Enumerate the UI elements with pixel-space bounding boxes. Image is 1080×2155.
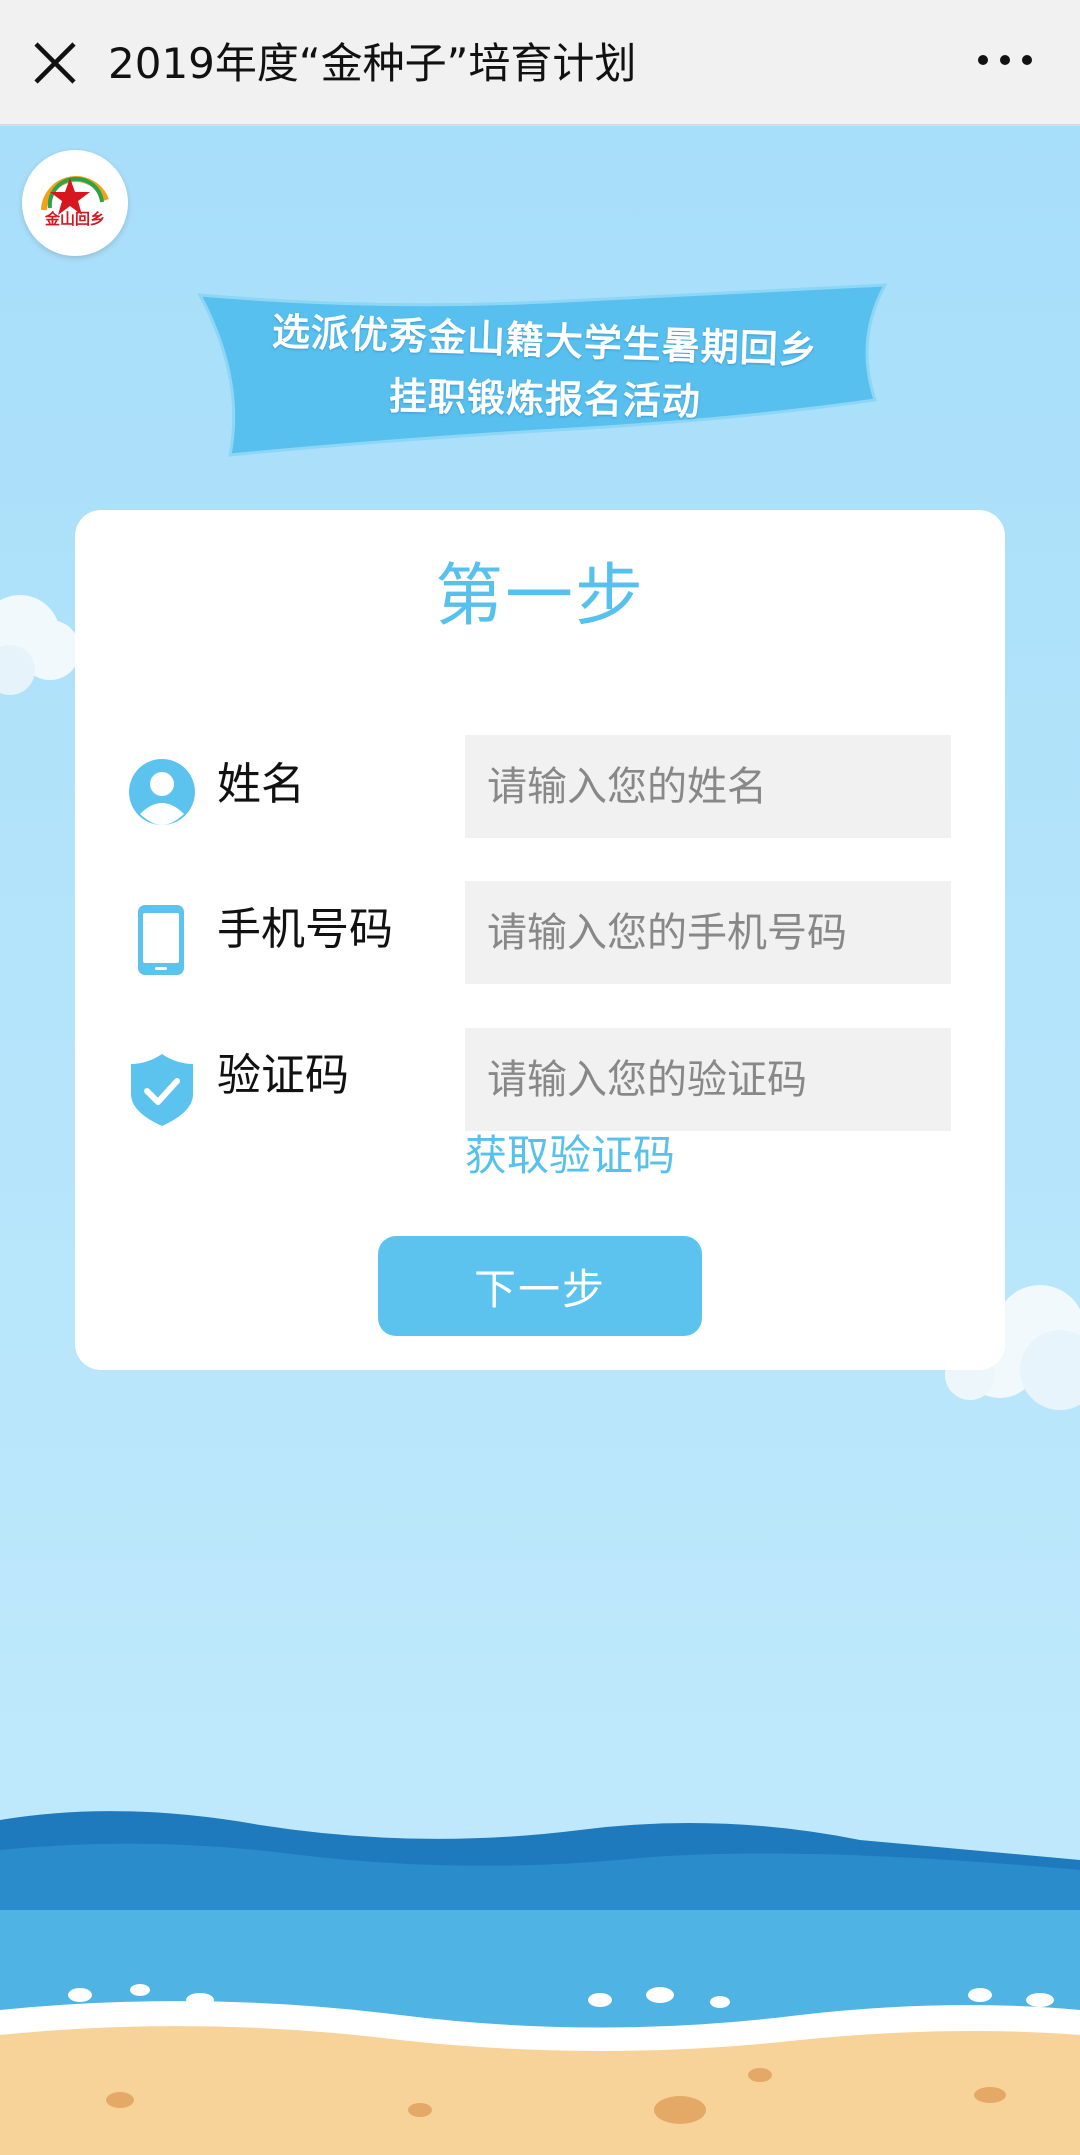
brand-logo xyxy=(22,150,128,256)
logo-text: 金山回乡 xyxy=(44,210,105,228)
more-icon[interactable] xyxy=(975,50,1035,70)
code-input[interactable] xyxy=(465,1028,951,1131)
name-label: 姓名 xyxy=(217,759,305,810)
close-icon[interactable] xyxy=(30,38,80,88)
next-step-button[interactable]: 下一步 xyxy=(378,1236,702,1336)
page-title: 2019年度“金种子”培育计划 xyxy=(108,39,637,88)
beach-scene xyxy=(0,1811,1080,2155)
user-icon xyxy=(129,759,195,825)
shield-check-icon xyxy=(131,1054,193,1126)
get-code-link[interactable]: 获取验证码 xyxy=(465,1126,675,1186)
name-input[interactable] xyxy=(465,735,951,838)
step-title: 第一步 xyxy=(434,557,645,636)
code-label: 验证码 xyxy=(217,1050,349,1101)
logo-emblem-icon xyxy=(41,176,109,215)
top-nav-bar: 2019年度“金种子”培育计划 xyxy=(0,0,1080,125)
phone-icon xyxy=(138,905,184,975)
cloud-left xyxy=(0,595,80,695)
phone-input[interactable] xyxy=(465,881,951,984)
phone-label: 手机号码 xyxy=(217,904,393,955)
